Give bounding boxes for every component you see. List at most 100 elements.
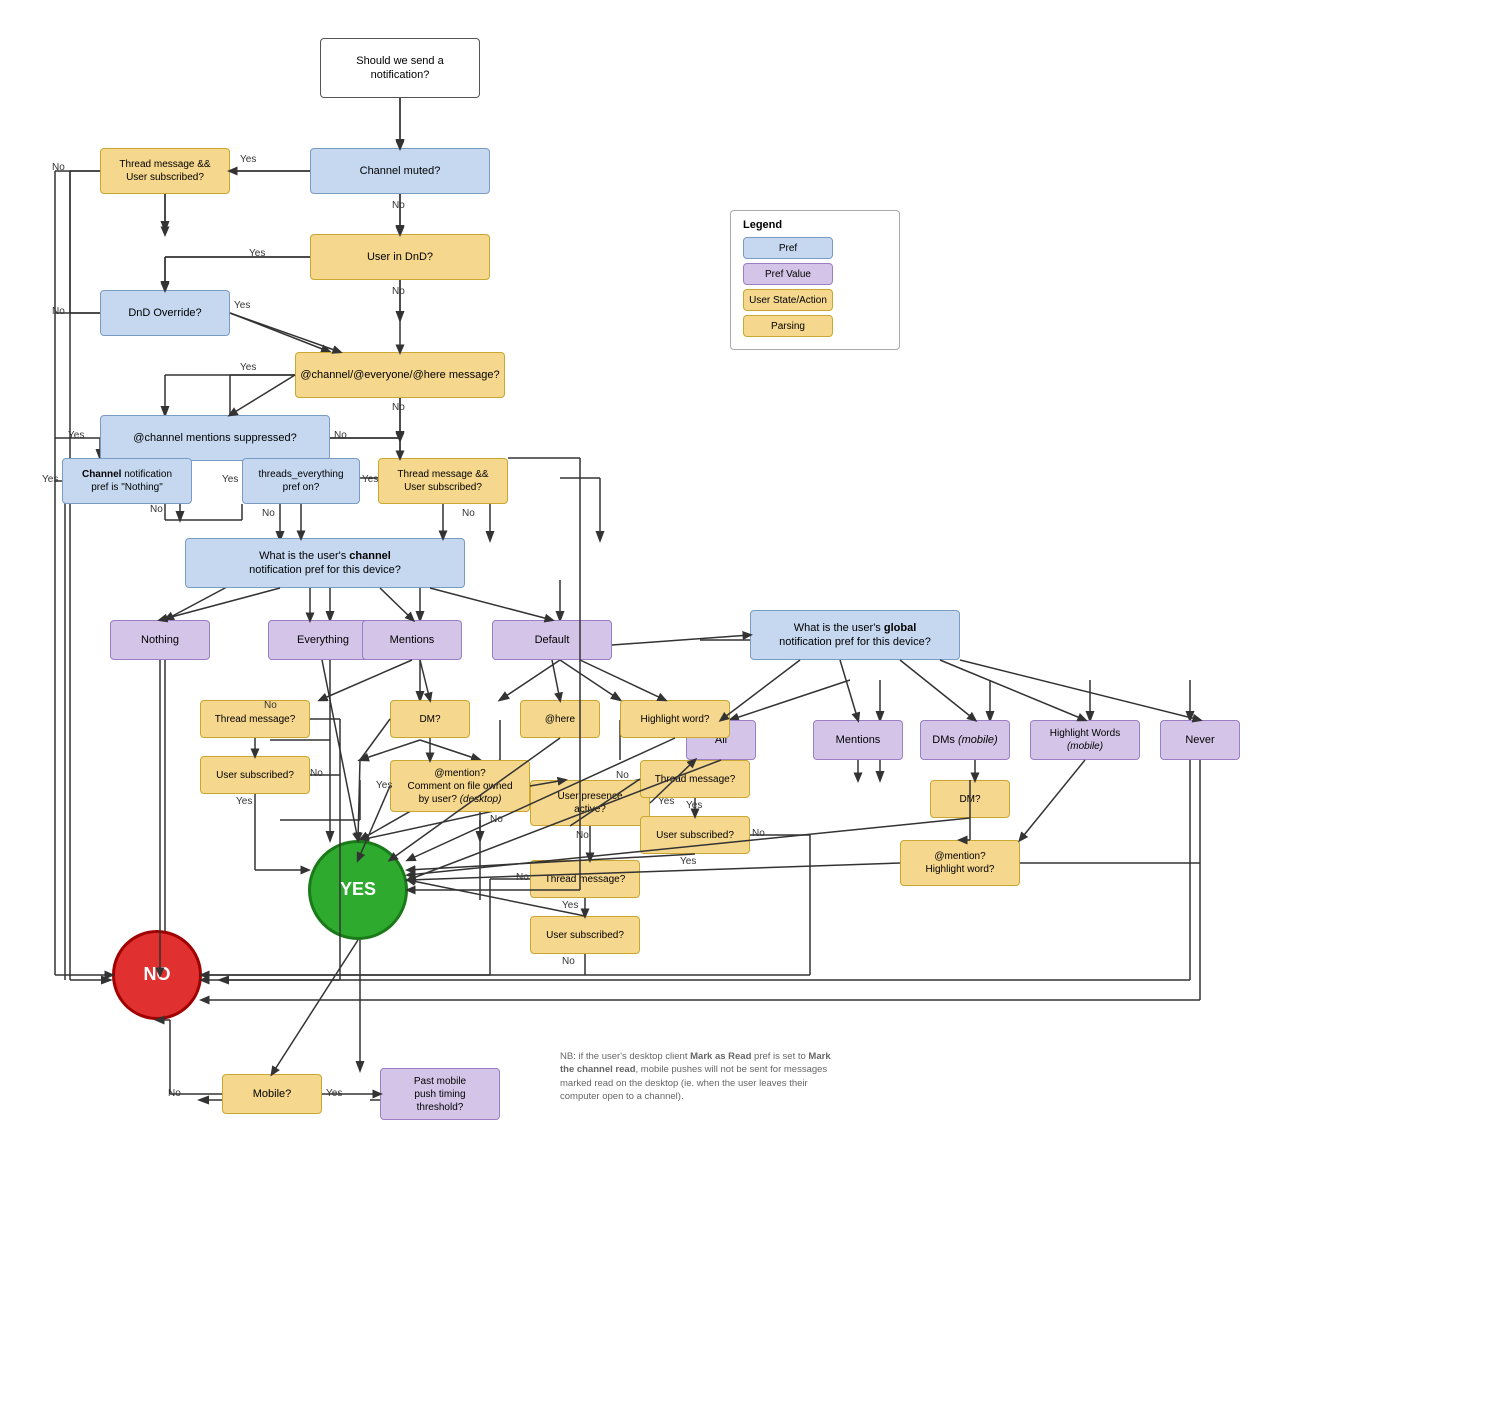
- atmention-node: @mention?Comment on file ownedby user? (…: [390, 760, 530, 812]
- legend-parsing: Parsing: [743, 315, 887, 337]
- dm-global-label: DM?: [959, 793, 980, 806]
- highlight-word-label: Highlight word?: [641, 713, 710, 726]
- no-label-up: No: [576, 830, 589, 841]
- user-sub-default-2-label: User subscribed?: [546, 929, 624, 942]
- highlight-words-mobile-label: Highlight Words(mobile): [1050, 727, 1120, 753]
- yes-label-chan: Yes: [240, 362, 256, 373]
- thread-msg-default-2-label: Thread message?: [545, 873, 626, 886]
- global-pref-node: What is the user's globalnotification pr…: [750, 610, 960, 660]
- no-label-dnd2: No: [52, 306, 65, 317]
- legend-title: Legend: [743, 219, 887, 231]
- no-label-atm: No: [490, 814, 503, 825]
- channel-notif-pref-label: What is the user's channelnotification p…: [249, 549, 401, 578]
- yes-label-sup: Yes: [68, 430, 84, 441]
- no-node: NO: [112, 930, 202, 1020]
- dnd-override-label: DnD Override?: [128, 306, 201, 320]
- threads-everything-node: threads_everythingpref on?: [242, 458, 360, 504]
- never-label: Never: [1185, 733, 1214, 747]
- thread-user-sub-1-node: Thread message &&User subscribed?: [100, 148, 230, 194]
- mobile-label: Mobile?: [253, 1087, 292, 1101]
- past-mobile-timing-label: Past mobilepush timingthreshold?: [414, 1075, 466, 1114]
- thread-msg-default-label: Thread message?: [655, 773, 736, 786]
- user-presence-label: User presenceactive?: [557, 790, 622, 816]
- yes-label-nothing: Yes: [42, 474, 58, 485]
- yes-label-usm: Yes: [236, 796, 252, 807]
- no-label-nothing: No: [150, 504, 163, 515]
- thread-msg-mentions-node: Thread message?: [200, 700, 310, 738]
- chan-notif-nothing-label: Channel notificationpref is "Nothing": [82, 468, 172, 494]
- user-presence-node: User presenceactive?: [530, 780, 650, 826]
- yes-label-tmd: Yes: [686, 800, 702, 811]
- legend: Legend Pref Pref Value User State/Action…: [730, 210, 900, 350]
- mentions-global-label: Mentions: [836, 733, 881, 747]
- legend-pref-box: Pref: [743, 237, 833, 259]
- no-label-tmd2: No: [516, 872, 529, 883]
- dm-node: DM?: [390, 700, 470, 738]
- no-label-usd2: No: [562, 956, 575, 967]
- legend-pref: Pref: [743, 237, 887, 259]
- yes-label-tus2: Yes: [362, 474, 378, 485]
- yes-label-usd: Yes: [680, 856, 696, 867]
- no-label-tmd: No: [616, 770, 629, 781]
- start-label: Should we send a notification?: [356, 54, 443, 83]
- mentions-node: Mentions: [362, 620, 462, 660]
- mobile-node: Mobile?: [222, 1074, 322, 1114]
- no-label-tus2: No: [462, 508, 475, 519]
- no-label-mob: No: [168, 1088, 181, 1099]
- legend-pref-value-box: Pref Value: [743, 263, 833, 285]
- highlight-word-node: Highlight word?: [620, 700, 730, 738]
- user-sub-mentions-label: User subscribed?: [216, 769, 294, 782]
- thread-user-sub-1-label: Thread message &&User subscribed?: [119, 158, 210, 184]
- athere-label: @here: [545, 713, 575, 726]
- thread-msg-mentions-label: Thread message?: [215, 713, 296, 726]
- thread-user-sub-2-label: Thread message &&User subscribed?: [397, 468, 488, 494]
- no-label-usm: No: [310, 768, 323, 779]
- dms-mobile-node: DMs (mobile): [920, 720, 1010, 760]
- user-sub-default-node: User subscribed?: [640, 816, 750, 854]
- dnd-override-node: DnD Override?: [100, 290, 230, 336]
- yes-label-tmd2: Yes: [562, 900, 578, 911]
- default-label: Default: [535, 633, 570, 647]
- no-label-usd: No: [752, 828, 765, 839]
- yes-label-dnd2: Yes: [234, 300, 250, 311]
- no-label-chan: No: [392, 402, 405, 413]
- channel-everyone-label: @channel/@everyone/@here message?: [300, 368, 499, 382]
- threads-everything-label: threads_everythingpref on?: [258, 468, 343, 494]
- dm-global-node: DM?: [930, 780, 1010, 818]
- yes-node: YES: [308, 840, 408, 940]
- atmention-global-label: @mention?Highlight word?: [926, 850, 995, 876]
- thread-msg-default-2-node: Thread message?: [530, 860, 640, 898]
- everything-label: Everything: [297, 633, 349, 647]
- legend-user-state: User State/Action: [743, 289, 887, 311]
- yes-label-mob: Yes: [326, 1088, 342, 1099]
- nothing-node: Nothing: [110, 620, 210, 660]
- mentions-label: Mentions: [390, 633, 435, 647]
- no-label-tm: No: [264, 700, 277, 711]
- athere-node: @here: [520, 700, 600, 738]
- user-in-dnd-label: User in DnD?: [367, 250, 433, 264]
- yes-label-te: Yes: [222, 474, 238, 485]
- thread-user-sub-2-node: Thread message &&User subscribed?: [378, 458, 508, 504]
- channel-muted-label: Channel muted?: [360, 164, 441, 178]
- never-node: Never: [1160, 720, 1240, 760]
- legend-parsing-box: Parsing: [743, 315, 833, 337]
- user-sub-mentions-node: User subscribed?: [200, 756, 310, 794]
- legend-user-state-box: User State/Action: [743, 289, 833, 311]
- user-sub-default-label: User subscribed?: [656, 829, 734, 842]
- channel-everyone-node: @channel/@everyone/@here message?: [295, 352, 505, 398]
- default-node: Default: [492, 620, 612, 660]
- chan-suppressed-label: @channel mentions suppressed?: [133, 431, 296, 445]
- no-label-te: No: [262, 508, 275, 519]
- user-in-dnd-node: User in DnD?: [310, 234, 490, 280]
- nothing-label: Nothing: [141, 633, 179, 647]
- channel-muted-node: Channel muted?: [310, 148, 490, 194]
- global-pref-label: What is the user's globalnotification pr…: [779, 621, 931, 650]
- yes-label-1: Yes: [240, 154, 256, 165]
- past-mobile-timing-node: Past mobilepush timingthreshold?: [380, 1068, 500, 1120]
- yes-label-dnd: Yes: [249, 248, 265, 259]
- diagram-container: Should we send a notification? Channel m…: [0, 0, 1491, 1421]
- yes-label-atm: Yes: [376, 780, 392, 791]
- user-sub-default-2-node: User subscribed?: [530, 916, 640, 954]
- no-label-thread1: No: [52, 162, 65, 173]
- legend-pref-value: Pref Value: [743, 263, 887, 285]
